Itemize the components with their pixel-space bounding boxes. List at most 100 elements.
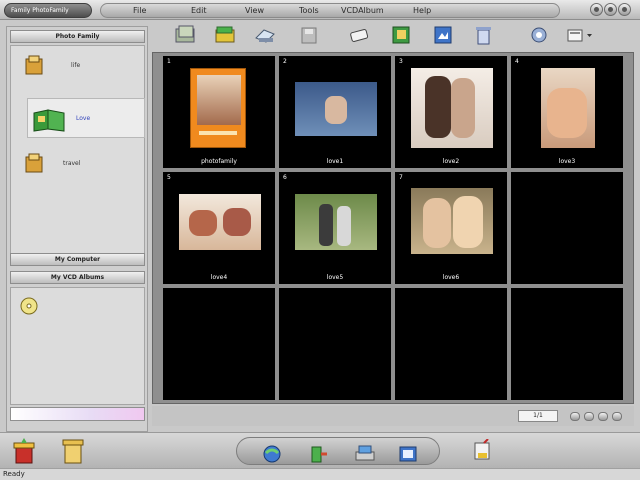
photo-cell-1[interactable]: 1 photofamily bbox=[163, 56, 275, 168]
album-button[interactable] bbox=[390, 24, 412, 46]
photo-thumbnail bbox=[295, 194, 377, 250]
album-item-life[interactable]: life bbox=[11, 50, 144, 90]
album-item-travel[interactable]: travel bbox=[11, 148, 144, 188]
photo-caption: love1 bbox=[326, 158, 344, 165]
menu-help[interactable]: Help bbox=[413, 6, 431, 15]
photo-cell-7[interactable]: 7 love6 bbox=[395, 172, 507, 284]
my-vcd-albums-header[interactable]: My VCD Albums bbox=[10, 271, 145, 284]
photo-caption: love2 bbox=[442, 158, 460, 165]
photo-number: 1 bbox=[167, 58, 171, 65]
toolbar bbox=[152, 20, 640, 50]
edit-button[interactable] bbox=[348, 24, 370, 46]
progress-bar bbox=[10, 407, 145, 421]
save-button[interactable] bbox=[298, 24, 320, 46]
photo-caption: love4 bbox=[210, 274, 228, 281]
open-book-icon bbox=[33, 109, 65, 132]
vcd-albums-area bbox=[10, 287, 145, 405]
add-to-album-icon[interactable] bbox=[10, 437, 38, 465]
settings-button[interactable] bbox=[528, 24, 550, 46]
photo-thumbnail bbox=[295, 82, 377, 136]
first-page-button[interactable] bbox=[570, 412, 580, 421]
album-box-icon bbox=[25, 153, 43, 173]
app-title: Family PhotoFamily bbox=[4, 3, 92, 18]
edit-icon bbox=[350, 29, 369, 42]
view-mode-button[interactable] bbox=[566, 24, 596, 46]
photo-thumbnail bbox=[179, 194, 261, 250]
minimize-button[interactable] bbox=[604, 3, 617, 16]
photo-number: 7 bbox=[399, 174, 403, 181]
disc-icon[interactable] bbox=[19, 296, 39, 316]
album-label-love: Love bbox=[76, 115, 91, 122]
photo-caption: love3 bbox=[558, 158, 576, 165]
photo-number: 5 bbox=[167, 174, 171, 181]
new-album-button[interactable] bbox=[214, 24, 236, 46]
trash-icon bbox=[476, 27, 491, 45]
photos-icon bbox=[175, 25, 195, 43]
title-bar: Family PhotoFamily File Edit View Tools … bbox=[0, 0, 640, 20]
view-mode-icon bbox=[567, 29, 592, 42]
photo-grid: 1 photofamily 2 love1 3 love2 4 love3 5 bbox=[152, 52, 634, 404]
my-computer-header[interactable]: My Computer bbox=[10, 253, 145, 266]
photo-thumbnail bbox=[541, 68, 595, 148]
print-icon[interactable] bbox=[353, 444, 375, 464]
photo-cell-empty bbox=[163, 288, 275, 400]
export-icon[interactable] bbox=[307, 444, 329, 464]
album-folder-icon bbox=[215, 26, 235, 43]
slideshow-icon bbox=[434, 26, 452, 44]
menu-file[interactable]: File bbox=[133, 6, 146, 15]
menu-tools[interactable]: Tools bbox=[299, 6, 319, 15]
close-button[interactable] bbox=[618, 3, 631, 16]
web-share-icon[interactable] bbox=[261, 444, 283, 464]
scanner-icon bbox=[255, 29, 275, 43]
settings-icon bbox=[531, 27, 547, 43]
delete-button[interactable] bbox=[472, 24, 494, 46]
pager: 1/1 bbox=[152, 406, 634, 426]
slideshow-button[interactable] bbox=[432, 24, 454, 46]
last-page-button[interactable] bbox=[612, 412, 622, 421]
album-book-icon bbox=[392, 26, 410, 44]
photo-thumbnail bbox=[411, 188, 493, 254]
photo-number: 6 bbox=[283, 174, 287, 181]
photo-thumbnail bbox=[411, 68, 493, 148]
photo-number: 4 bbox=[515, 58, 519, 65]
album-label-life: life bbox=[71, 62, 81, 69]
photo-caption: photofamily bbox=[201, 158, 237, 165]
recycle-bin-icon[interactable] bbox=[60, 437, 86, 465]
photo-cell-4[interactable]: 4 love3 bbox=[511, 56, 623, 168]
status-text: Ready bbox=[3, 470, 25, 478]
menu-view[interactable]: View bbox=[245, 6, 264, 15]
photo-cell-empty bbox=[511, 172, 623, 284]
album-label-travel: travel bbox=[63, 160, 81, 167]
photo-cell-6[interactable]: 6 love5 bbox=[279, 172, 391, 284]
photo-cell-3[interactable]: 3 love2 bbox=[395, 56, 507, 168]
bottom-bar bbox=[0, 432, 640, 468]
photo-family-header: Photo Family bbox=[10, 30, 145, 43]
page-indicator: 1/1 bbox=[518, 410, 558, 422]
photo-thumbnail bbox=[190, 68, 246, 148]
help-button[interactable] bbox=[590, 3, 603, 16]
menu-edit[interactable]: Edit bbox=[191, 6, 207, 15]
photo-caption: love6 bbox=[442, 274, 460, 281]
next-page-button[interactable] bbox=[598, 412, 608, 421]
prev-page-button[interactable] bbox=[584, 412, 594, 421]
menu-vcdalbum[interactable]: VCDAlbum bbox=[341, 6, 384, 15]
save-icon bbox=[301, 27, 317, 44]
status-bar: Ready bbox=[0, 468, 640, 480]
album-item-love[interactable]: Love bbox=[27, 98, 145, 138]
photo-cell-empty bbox=[395, 288, 507, 400]
photo-number: 3 bbox=[399, 58, 403, 65]
album-tree: life Love travel bbox=[10, 45, 145, 261]
action-bar bbox=[236, 437, 440, 465]
burn-vcd-icon[interactable] bbox=[397, 444, 419, 464]
photo-cell-5[interactable]: 5 love4 bbox=[163, 172, 275, 284]
photo-cell-empty bbox=[279, 288, 391, 400]
photo-cell-empty bbox=[511, 288, 623, 400]
scan-button[interactable] bbox=[254, 24, 276, 46]
photo-cell-2[interactable]: 2 love1 bbox=[279, 56, 391, 168]
album-box-icon bbox=[25, 55, 43, 75]
photo-number: 2 bbox=[283, 58, 287, 65]
import-photos-button[interactable] bbox=[174, 24, 196, 46]
edit-tools-icon[interactable] bbox=[470, 439, 494, 463]
menu-bar: File Edit View Tools VCDAlbum Help bbox=[100, 3, 560, 18]
left-panel: Photo Family life Love travel My Compute… bbox=[6, 26, 148, 432]
